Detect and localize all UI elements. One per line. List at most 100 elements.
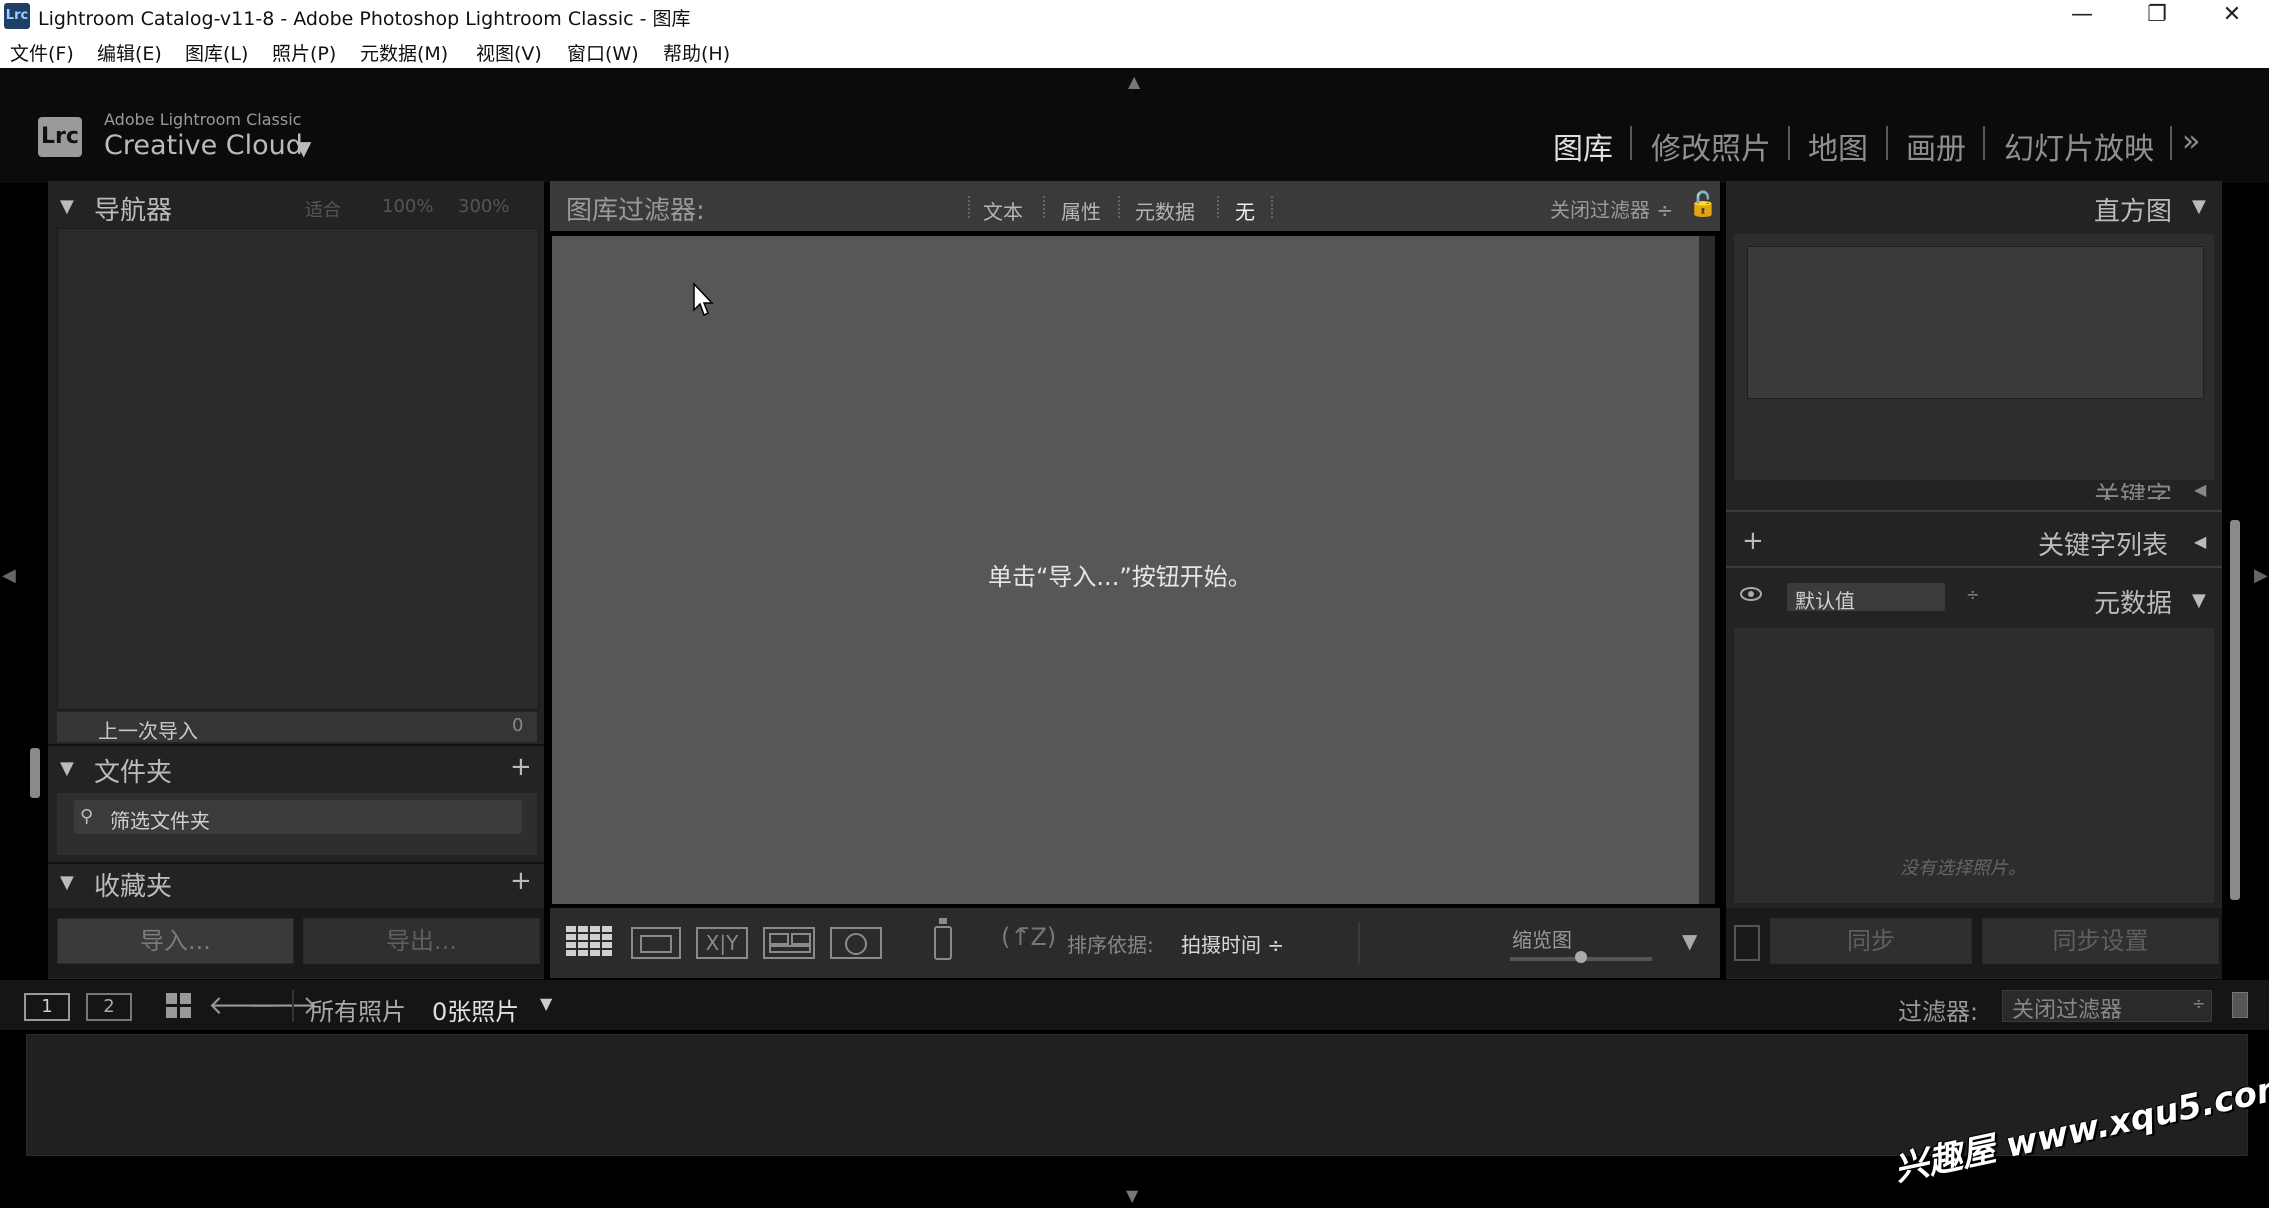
- keywords-title[interactable]: 关键字: [2094, 476, 2172, 500]
- filmstrip-filter-value: 关闭过滤器: [2012, 998, 2123, 1023]
- photo-count[interactable]: 0张照片: [432, 992, 519, 1027]
- module-map[interactable]: 地图: [1808, 124, 1868, 168]
- menu-window[interactable]: 窗口(W): [567, 39, 639, 66]
- no-photo-selected-message: 没有选择照片。: [1900, 858, 2026, 879]
- last-import-count: 0: [512, 715, 524, 736]
- add-collection-icon[interactable]: +: [510, 866, 532, 896]
- forward-arrow-icon[interactable]: 🡒: [248, 990, 318, 1021]
- collapse-triangle-icon[interactable]: ▼: [2192, 196, 2206, 217]
- navigator-zoom-fit[interactable]: 适合: [305, 196, 341, 222]
- filmstrip-source[interactable]: 所有照片: [310, 992, 406, 1027]
- eye-icon[interactable]: [1740, 586, 1762, 601]
- lock-icon[interactable]: 🔓: [1688, 190, 1718, 218]
- filter-tab-text[interactable]: 文本: [983, 196, 1023, 225]
- secondary-window-button[interactable]: 2: [86, 993, 132, 1021]
- keyword-list-title[interactable]: 关键字列表: [2038, 525, 2168, 562]
- add-folder-icon[interactable]: +: [510, 752, 532, 782]
- search-icon: ⚲: [80, 806, 94, 827]
- library-filter-title: 图库过滤器:: [566, 196, 705, 226]
- navigator-preview: [57, 228, 539, 710]
- menu-file[interactable]: 文件(F): [10, 39, 74, 66]
- minimize-button[interactable]: —: [2047, 0, 2117, 32]
- sort-label: 排序依据:: [1067, 933, 1154, 957]
- filmstrip-filter-label: 过滤器:: [1898, 998, 1979, 1026]
- divider: [1358, 922, 1360, 964]
- navigator-zoom-300[interactable]: 300%: [458, 196, 509, 217]
- collections-title[interactable]: 收藏夹: [94, 866, 172, 903]
- empty-catalog-message: 单击“导入...”按钮开始。: [988, 563, 1252, 591]
- right-panel-toggle-icon[interactable]: ▶: [2254, 565, 2268, 586]
- module-separator: [1983, 126, 1985, 160]
- divider: [1043, 196, 1047, 218]
- left-panel-toggle-icon[interactable]: ◀: [2, 565, 16, 586]
- navigator-title[interactable]: 导航器: [94, 190, 172, 227]
- module-library[interactable]: 图库: [1553, 124, 1613, 168]
- sort-direction-icon[interactable]: (↑̄Z): [1001, 923, 1056, 951]
- menu-library[interactable]: 图库(L): [185, 39, 248, 66]
- right-panel-scrollbar[interactable]: [2230, 520, 2240, 900]
- menu-photo[interactable]: 照片(P): [272, 39, 336, 66]
- menu-bar: 文件(F) 编辑(E) 图库(L) 照片(P) 元数据(M) 视图(V) 窗口(…: [0, 32, 2269, 69]
- close-filter-dropdown[interactable]: 关闭过滤器 ÷: [1550, 194, 1673, 223]
- module-book[interactable]: 画册: [1906, 124, 1966, 168]
- menu-view[interactable]: 视图(V): [476, 39, 542, 66]
- add-keyword-icon[interactable]: +: [1742, 526, 1764, 556]
- thumbnail-size-label: 缩览图: [1512, 928, 1572, 952]
- divider: [48, 862, 544, 864]
- collapse-triangle-icon[interactable]: ▼: [60, 872, 74, 893]
- divider: [1726, 510, 2222, 512]
- expand-triangle-icon[interactable]: ◀: [2194, 532, 2206, 551]
- import-button[interactable]: 导入...: [57, 918, 294, 964]
- sync-settings-button[interactable]: 同步设置: [1982, 918, 2219, 964]
- menu-edit[interactable]: 编辑(E): [97, 39, 162, 66]
- window-title: Lightroom Catalog-v11-8 - Adobe Photosho…: [38, 8, 691, 30]
- more-modules-icon[interactable]: »: [2182, 124, 2200, 159]
- filter-tab-none[interactable]: 无: [1235, 196, 1255, 225]
- top-panel-toggle-icon[interactable]: ▲: [1128, 72, 1140, 91]
- collapse-triangle-icon[interactable]: ▼: [2192, 590, 2206, 611]
- lightroom-app-icon: Lrc: [4, 3, 30, 29]
- close-button[interactable]: ✕: [2197, 0, 2267, 32]
- chevron-down-icon[interactable]: ▼: [296, 136, 311, 160]
- module-separator: [1788, 126, 1790, 160]
- module-develop[interactable]: 修改照片: [1651, 124, 1771, 168]
- expand-triangle-icon[interactable]: ◀: [2194, 480, 2206, 499]
- collapse-triangle-icon[interactable]: ▼: [60, 196, 74, 217]
- grid-view-icon[interactable]: [565, 925, 615, 961]
- painter-spray-icon[interactable]: [934, 918, 952, 960]
- identity-plate[interactable]: Creative Cloud: [104, 130, 303, 161]
- collapse-triangle-icon[interactable]: ▼: [60, 758, 74, 779]
- menu-help[interactable]: 帮助(H): [663, 39, 730, 66]
- slider-thumb[interactable]: [1575, 951, 1587, 963]
- lrc-logo: Lrc: [38, 117, 82, 157]
- grid-icon[interactable]: [166, 993, 192, 1023]
- metadata-title[interactable]: 元数据: [2094, 583, 2172, 620]
- primary-window-button[interactable]: 1: [24, 993, 70, 1021]
- survey-view-icon[interactable]: [763, 927, 815, 959]
- menu-metadata[interactable]: 元数据(M): [360, 39, 448, 66]
- bottom-panel-toggle-icon[interactable]: ▼: [1126, 1186, 1138, 1205]
- sync-button[interactable]: 同步: [1770, 918, 1972, 964]
- module-separator: [1630, 126, 1632, 160]
- filter-lock-toggle[interactable]: [2232, 992, 2248, 1018]
- filter-tab-metadata[interactable]: 元数据: [1135, 196, 1195, 225]
- loupe-view-icon[interactable]: [631, 927, 681, 959]
- filter-tab-attribute[interactable]: 属性: [1061, 196, 1101, 225]
- divider: [292, 990, 294, 1022]
- left-panel-scrollbar[interactable]: [30, 748, 40, 798]
- compare-view-icon[interactable]: X|Y: [696, 927, 748, 959]
- people-view-icon[interactable]: [830, 927, 882, 959]
- module-slideshow[interactable]: 幻灯片放映: [2004, 124, 2154, 168]
- folders-title[interactable]: 文件夹: [94, 752, 172, 789]
- dropdown-arrow-icon: ÷: [2192, 994, 2206, 1013]
- navigator-zoom-100[interactable]: 100%: [382, 196, 433, 217]
- grid-scrollbar[interactable]: [1699, 236, 1715, 904]
- auto-sync-toggle-icon[interactable]: [1734, 925, 1760, 961]
- histogram-title[interactable]: 直方图: [2094, 191, 2172, 228]
- restore-button[interactable]: ❐: [2122, 0, 2192, 32]
- export-button[interactable]: 导出...: [303, 918, 540, 964]
- chevron-down-icon[interactable]: ▼: [540, 994, 552, 1013]
- module-separator: [1886, 126, 1888, 160]
- sort-dropdown[interactable]: 拍摄时间 ÷: [1181, 929, 1284, 958]
- toolbar-options-icon[interactable]: ▼: [1682, 929, 1697, 953]
